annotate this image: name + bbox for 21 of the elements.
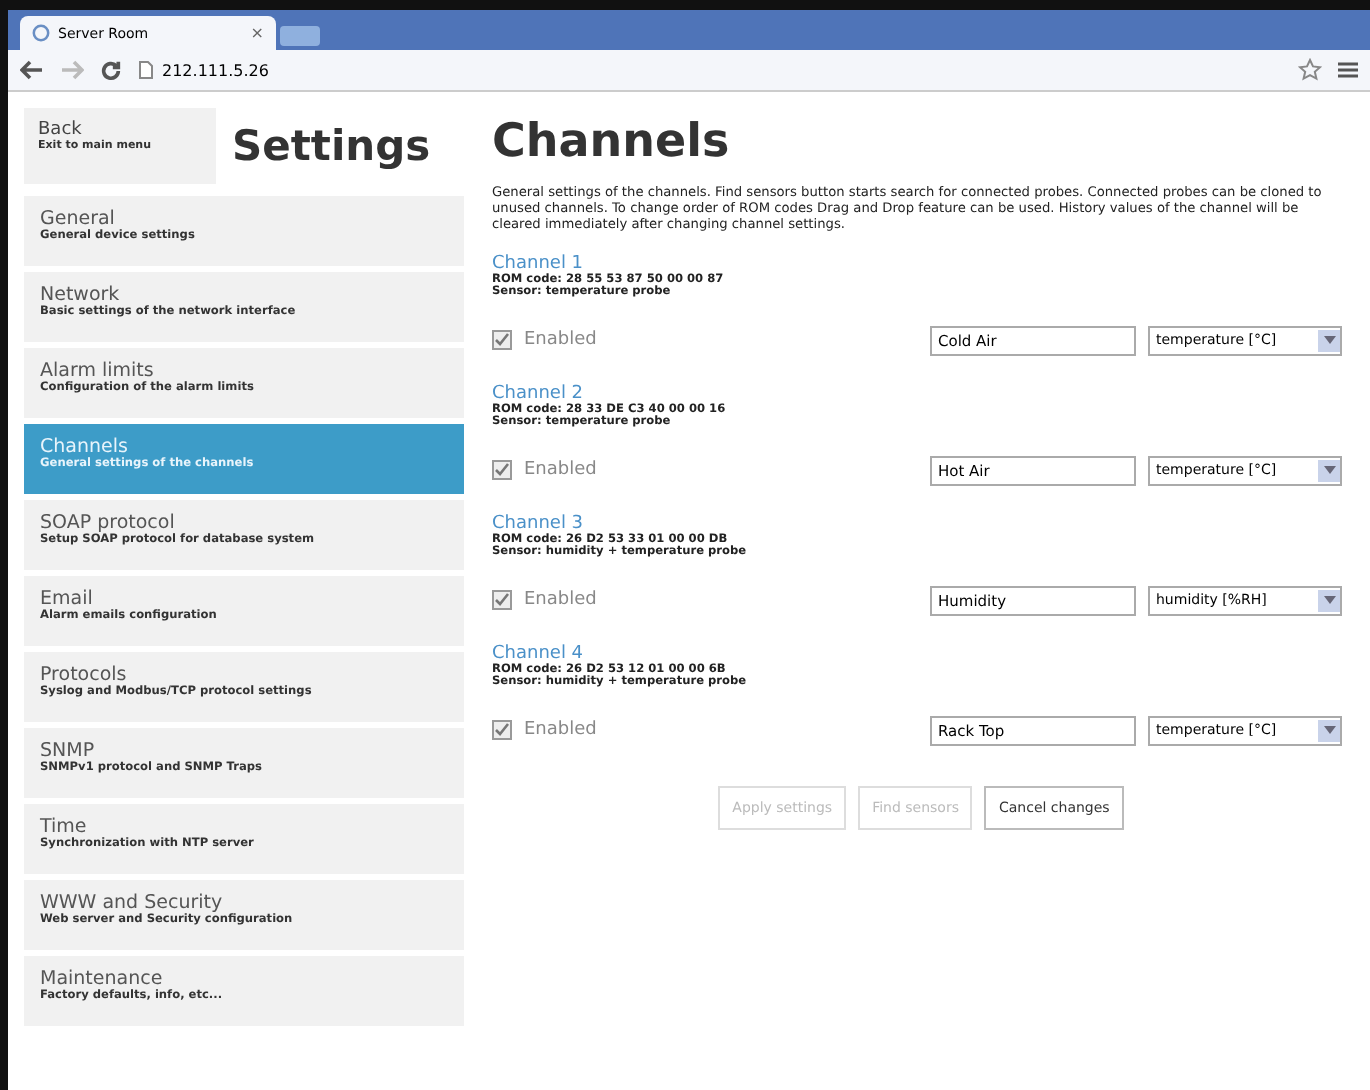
channel-title: Channel 1 — [492, 253, 586, 274]
enabled-label: Enabled — [524, 590, 597, 611]
page-icon — [138, 60, 154, 80]
dropdown-arrow-icon — [1323, 336, 1335, 345]
dropdown-arrow-icon — [1323, 466, 1335, 475]
dropdown-arrow-icon — [1323, 726, 1335, 735]
channel-title: Channel 4 — [492, 643, 586, 664]
reload-icon[interactable] — [100, 59, 122, 81]
close-tab-button[interactable]: × — [250, 24, 264, 42]
settings-heading: Settings — [232, 122, 431, 170]
channel-title: Channel 3 — [492, 513, 586, 534]
star-icon[interactable] — [1298, 58, 1322, 82]
channels-heading: Channels — [492, 116, 732, 168]
channel-title: Channel 2 — [492, 383, 586, 404]
enabled-label: Enabled — [524, 460, 597, 481]
dropdown-arrow-icon — [1323, 596, 1335, 605]
enabled-label: Enabled — [524, 330, 597, 351]
menu-icon[interactable] — [1338, 60, 1358, 80]
globe-icon — [32, 24, 50, 42]
back-arrow-icon[interactable] — [20, 60, 44, 80]
enabled-label: Enabled — [524, 720, 597, 741]
